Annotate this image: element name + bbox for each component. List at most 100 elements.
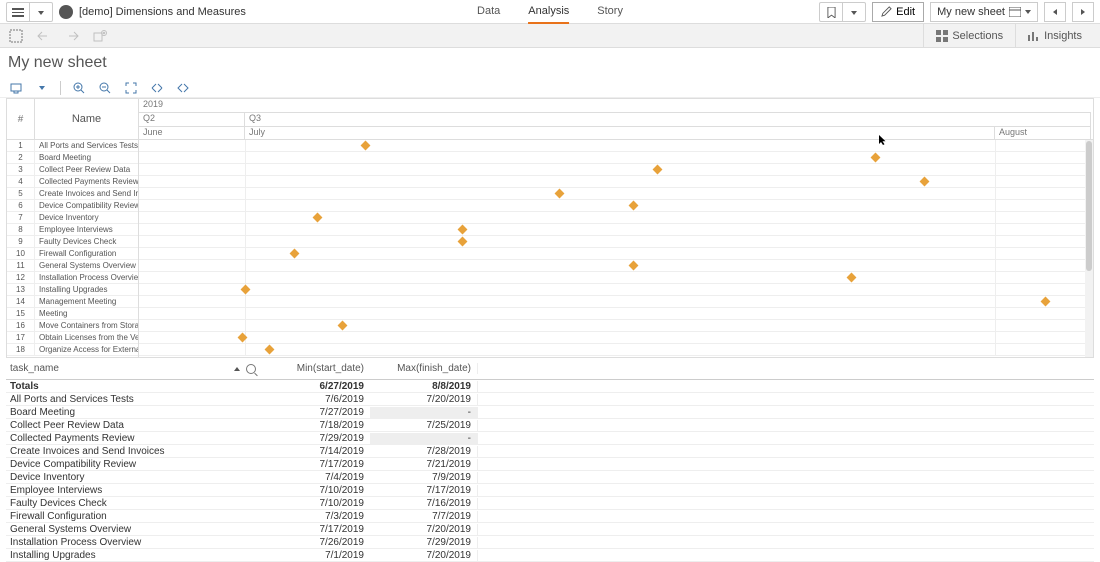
- table-row[interactable]: Employee Interviews7/10/20197/17/2019: [6, 484, 1094, 497]
- gantt-body-row[interactable]: [139, 176, 1093, 188]
- selections-tool-button[interactable]: Selections: [923, 24, 1015, 48]
- table-row[interactable]: Board Meeting7/27/2019-: [6, 406, 1094, 419]
- hamburger-menu-button[interactable]: [7, 3, 29, 23]
- gantt-body-row[interactable]: [139, 152, 1093, 164]
- table-row[interactable]: Faulty Devices Check7/10/20197/16/2019: [6, 497, 1094, 510]
- col-task-name[interactable]: task_name: [6, 363, 262, 374]
- zoom-out-button[interactable]: [97, 80, 113, 96]
- gantt-row[interactable]: 5Create Invoices and Send Invoices: [7, 188, 138, 200]
- milestone-marker[interactable]: [920, 177, 930, 187]
- milestone-marker[interactable]: [1041, 297, 1051, 307]
- milestone-marker[interactable]: [265, 345, 275, 355]
- col-max-finish[interactable]: Max(finish_date): [370, 363, 478, 374]
- milestone-marker[interactable]: [847, 273, 857, 283]
- gantt-row[interactable]: 9Faulty Devices Check: [7, 236, 138, 248]
- gantt-body-row[interactable]: [139, 164, 1093, 176]
- gantt-row[interactable]: 18Organize Access for External Audit Tea: [7, 344, 138, 356]
- gantt-row[interactable]: 12Installation Process Overview: [7, 272, 138, 284]
- sheet-selector[interactable]: My new sheet: [930, 2, 1038, 22]
- gantt-row[interactable]: 17Obtain Licenses from the Vendor: [7, 332, 138, 344]
- milestone-marker[interactable]: [555, 189, 565, 199]
- expand-button[interactable]: [175, 80, 191, 96]
- table-row[interactable]: Device Compatibility Review7/17/20197/21…: [6, 458, 1094, 471]
- milestone-marker[interactable]: [338, 321, 348, 331]
- milestone-marker[interactable]: [238, 333, 248, 343]
- gantt-body-row[interactable]: [139, 308, 1093, 320]
- gantt-body-row[interactable]: [139, 332, 1093, 344]
- nav-analysis[interactable]: Analysis: [528, 0, 569, 24]
- gantt-row[interactable]: 13Installing Upgrades: [7, 284, 138, 296]
- gantt-timeline[interactable]: 2019 Q2Q3 JuneJulyAugust: [139, 99, 1093, 357]
- milestone-marker[interactable]: [629, 201, 639, 211]
- menu-dropdown-button[interactable]: [30, 3, 52, 23]
- gantt-body-row[interactable]: [139, 284, 1093, 296]
- table-row[interactable]: All Ports and Services Tests7/6/20197/20…: [6, 393, 1094, 406]
- step-back-button[interactable]: [34, 26, 54, 46]
- collapse-button[interactable]: [149, 80, 165, 96]
- bookmark-button[interactable]: [820, 3, 842, 23]
- search-icon[interactable]: [246, 364, 256, 374]
- gantt-chart[interactable]: # Name 1All Ports and Services Tests2Boa…: [6, 98, 1094, 358]
- gantt-body-row[interactable]: [139, 260, 1093, 272]
- gantt-row[interactable]: 15Meeting: [7, 308, 138, 320]
- table-row[interactable]: Installing Upgrades7/1/20197/20/2019: [6, 549, 1094, 562]
- milestone-marker[interactable]: [458, 225, 468, 235]
- clear-selections-button[interactable]: [90, 26, 110, 46]
- nav-story[interactable]: Story: [597, 0, 623, 24]
- milestone-marker[interactable]: [290, 249, 300, 259]
- table-row[interactable]: General Systems Overview7/17/20197/20/20…: [6, 523, 1094, 536]
- table-row[interactable]: Collect Peer Review Data7/18/20197/25/20…: [6, 419, 1094, 432]
- bookmark-dropdown-button[interactable]: [843, 3, 865, 23]
- zoom-in-button[interactable]: [71, 80, 87, 96]
- gantt-row[interactable]: 4Collected Payments Review: [7, 176, 138, 188]
- milestone-marker[interactable]: [313, 213, 323, 223]
- col-min-start[interactable]: Min(start_date): [262, 363, 370, 374]
- gantt-row[interactable]: 2Board Meeting: [7, 152, 138, 164]
- table-row[interactable]: Collected Payments Review7/29/2019-: [6, 432, 1094, 445]
- prev-sheet-button[interactable]: [1044, 2, 1066, 22]
- gantt-row[interactable]: 14Management Meeting: [7, 296, 138, 308]
- gantt-body-row[interactable]: [139, 140, 1093, 152]
- gantt-row[interactable]: 16Move Containers from Storage Facility: [7, 320, 138, 332]
- milestone-marker[interactable]: [458, 237, 468, 247]
- gantt-body-row[interactable]: [139, 200, 1093, 212]
- gantt-row[interactable]: 11General Systems Overview: [7, 260, 138, 272]
- gantt-body-row[interactable]: [139, 248, 1093, 260]
- milestone-marker[interactable]: [241, 285, 251, 295]
- gantt-row[interactable]: 7Device Inventory: [7, 212, 138, 224]
- table-row[interactable]: Installation Process Overview7/26/20197/…: [6, 536, 1094, 549]
- scrollbar-thumb[interactable]: [1086, 141, 1092, 271]
- gantt-vertical-scrollbar[interactable]: [1085, 140, 1093, 357]
- gantt-body-row[interactable]: [139, 212, 1093, 224]
- export-button[interactable]: [8, 80, 24, 96]
- zoom-fit-button[interactable]: [123, 80, 139, 96]
- gantt-row[interactable]: 10Firewall Configuration: [7, 248, 138, 260]
- milestone-marker[interactable]: [653, 165, 663, 175]
- table-row[interactable]: Create Invoices and Send Invoices7/14/20…: [6, 445, 1094, 458]
- step-forward-button[interactable]: [62, 26, 82, 46]
- gantt-body-row[interactable]: [139, 272, 1093, 284]
- next-sheet-button[interactable]: [1072, 2, 1094, 22]
- milestone-marker[interactable]: [629, 261, 639, 271]
- gantt-row[interactable]: 3Collect Peer Review Data: [7, 164, 138, 176]
- gantt-body-row[interactable]: [139, 296, 1093, 308]
- gantt-row[interactable]: 6Device Compatibility Review: [7, 200, 138, 212]
- milestone-marker[interactable]: [871, 153, 881, 163]
- gantt-body[interactable]: [139, 140, 1093, 356]
- table-row[interactable]: Device Inventory7/4/20197/9/2019: [6, 471, 1094, 484]
- insights-button[interactable]: Insights: [1015, 24, 1094, 48]
- nav-data[interactable]: Data: [477, 0, 500, 24]
- gantt-body-row[interactable]: [139, 188, 1093, 200]
- gantt-row-num: 10: [7, 248, 35, 259]
- gantt-body-row[interactable]: [139, 320, 1093, 332]
- smart-search-button[interactable]: [6, 26, 26, 46]
- export-dropdown[interactable]: [34, 80, 50, 96]
- edit-button[interactable]: Edit: [872, 2, 924, 22]
- gantt-row[interactable]: 1All Ports and Services Tests: [7, 140, 138, 152]
- gantt-body-row[interactable]: [139, 236, 1093, 248]
- milestone-marker[interactable]: [361, 141, 371, 151]
- gantt-body-row[interactable]: [139, 224, 1093, 236]
- gantt-body-row[interactable]: [139, 344, 1093, 356]
- gantt-row[interactable]: 8Employee Interviews: [7, 224, 138, 236]
- table-row[interactable]: Firewall Configuration7/3/20197/7/2019: [6, 510, 1094, 523]
